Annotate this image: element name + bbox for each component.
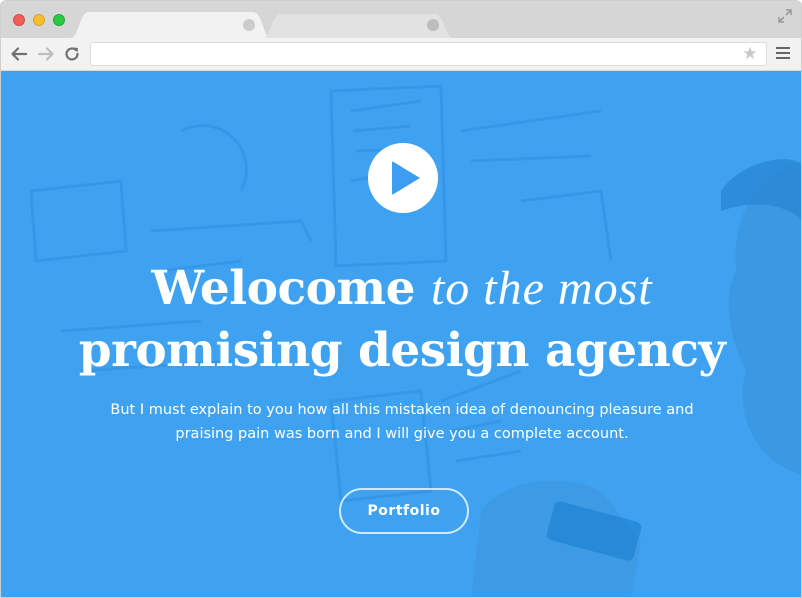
tab-strip — [1, 1, 801, 38]
hero-headline: Welocome to the most promising design ag… — [1, 258, 801, 382]
play-icon — [392, 161, 420, 195]
star-icon[interactable]: ★ — [741, 45, 759, 63]
tab-shape — [71, 12, 271, 38]
tab-shape — [263, 14, 453, 38]
arrow-left-icon[interactable] — [10, 45, 28, 63]
close-window-button[interactable] — [13, 14, 25, 26]
tab-close-icon[interactable] — [243, 19, 255, 31]
headline-bold-second: promising design agency — [78, 323, 726, 378]
minimize-window-button[interactable] — [33, 14, 45, 26]
maximize-window-button[interactable] — [53, 14, 65, 26]
hamburger-menu-icon[interactable] — [776, 47, 790, 61]
headline-italic: to the most — [430, 262, 653, 315]
tab-active[interactable] — [71, 12, 271, 38]
tab-close-icon[interactable] — [427, 19, 439, 31]
reload-icon[interactable] — [63, 45, 81, 63]
headline-bold-first: Welocome — [151, 261, 416, 316]
tab-inactive[interactable] — [263, 12, 453, 38]
play-video-button[interactable] — [368, 143, 438, 213]
arrow-right-icon[interactable] — [37, 45, 55, 63]
address-bar[interactable] — [90, 42, 767, 66]
browser-window: ★ Welocome to the most promising design … — [0, 0, 802, 598]
browser-toolbar: ★ — [1, 38, 801, 71]
page-viewport: Welocome to the most promising design ag… — [1, 71, 801, 597]
hero-lead-text: But I must explain to you how all this m… — [110, 402, 694, 442]
portfolio-button[interactable]: Portfolio — [339, 488, 469, 534]
expand-icon[interactable] — [777, 8, 793, 24]
